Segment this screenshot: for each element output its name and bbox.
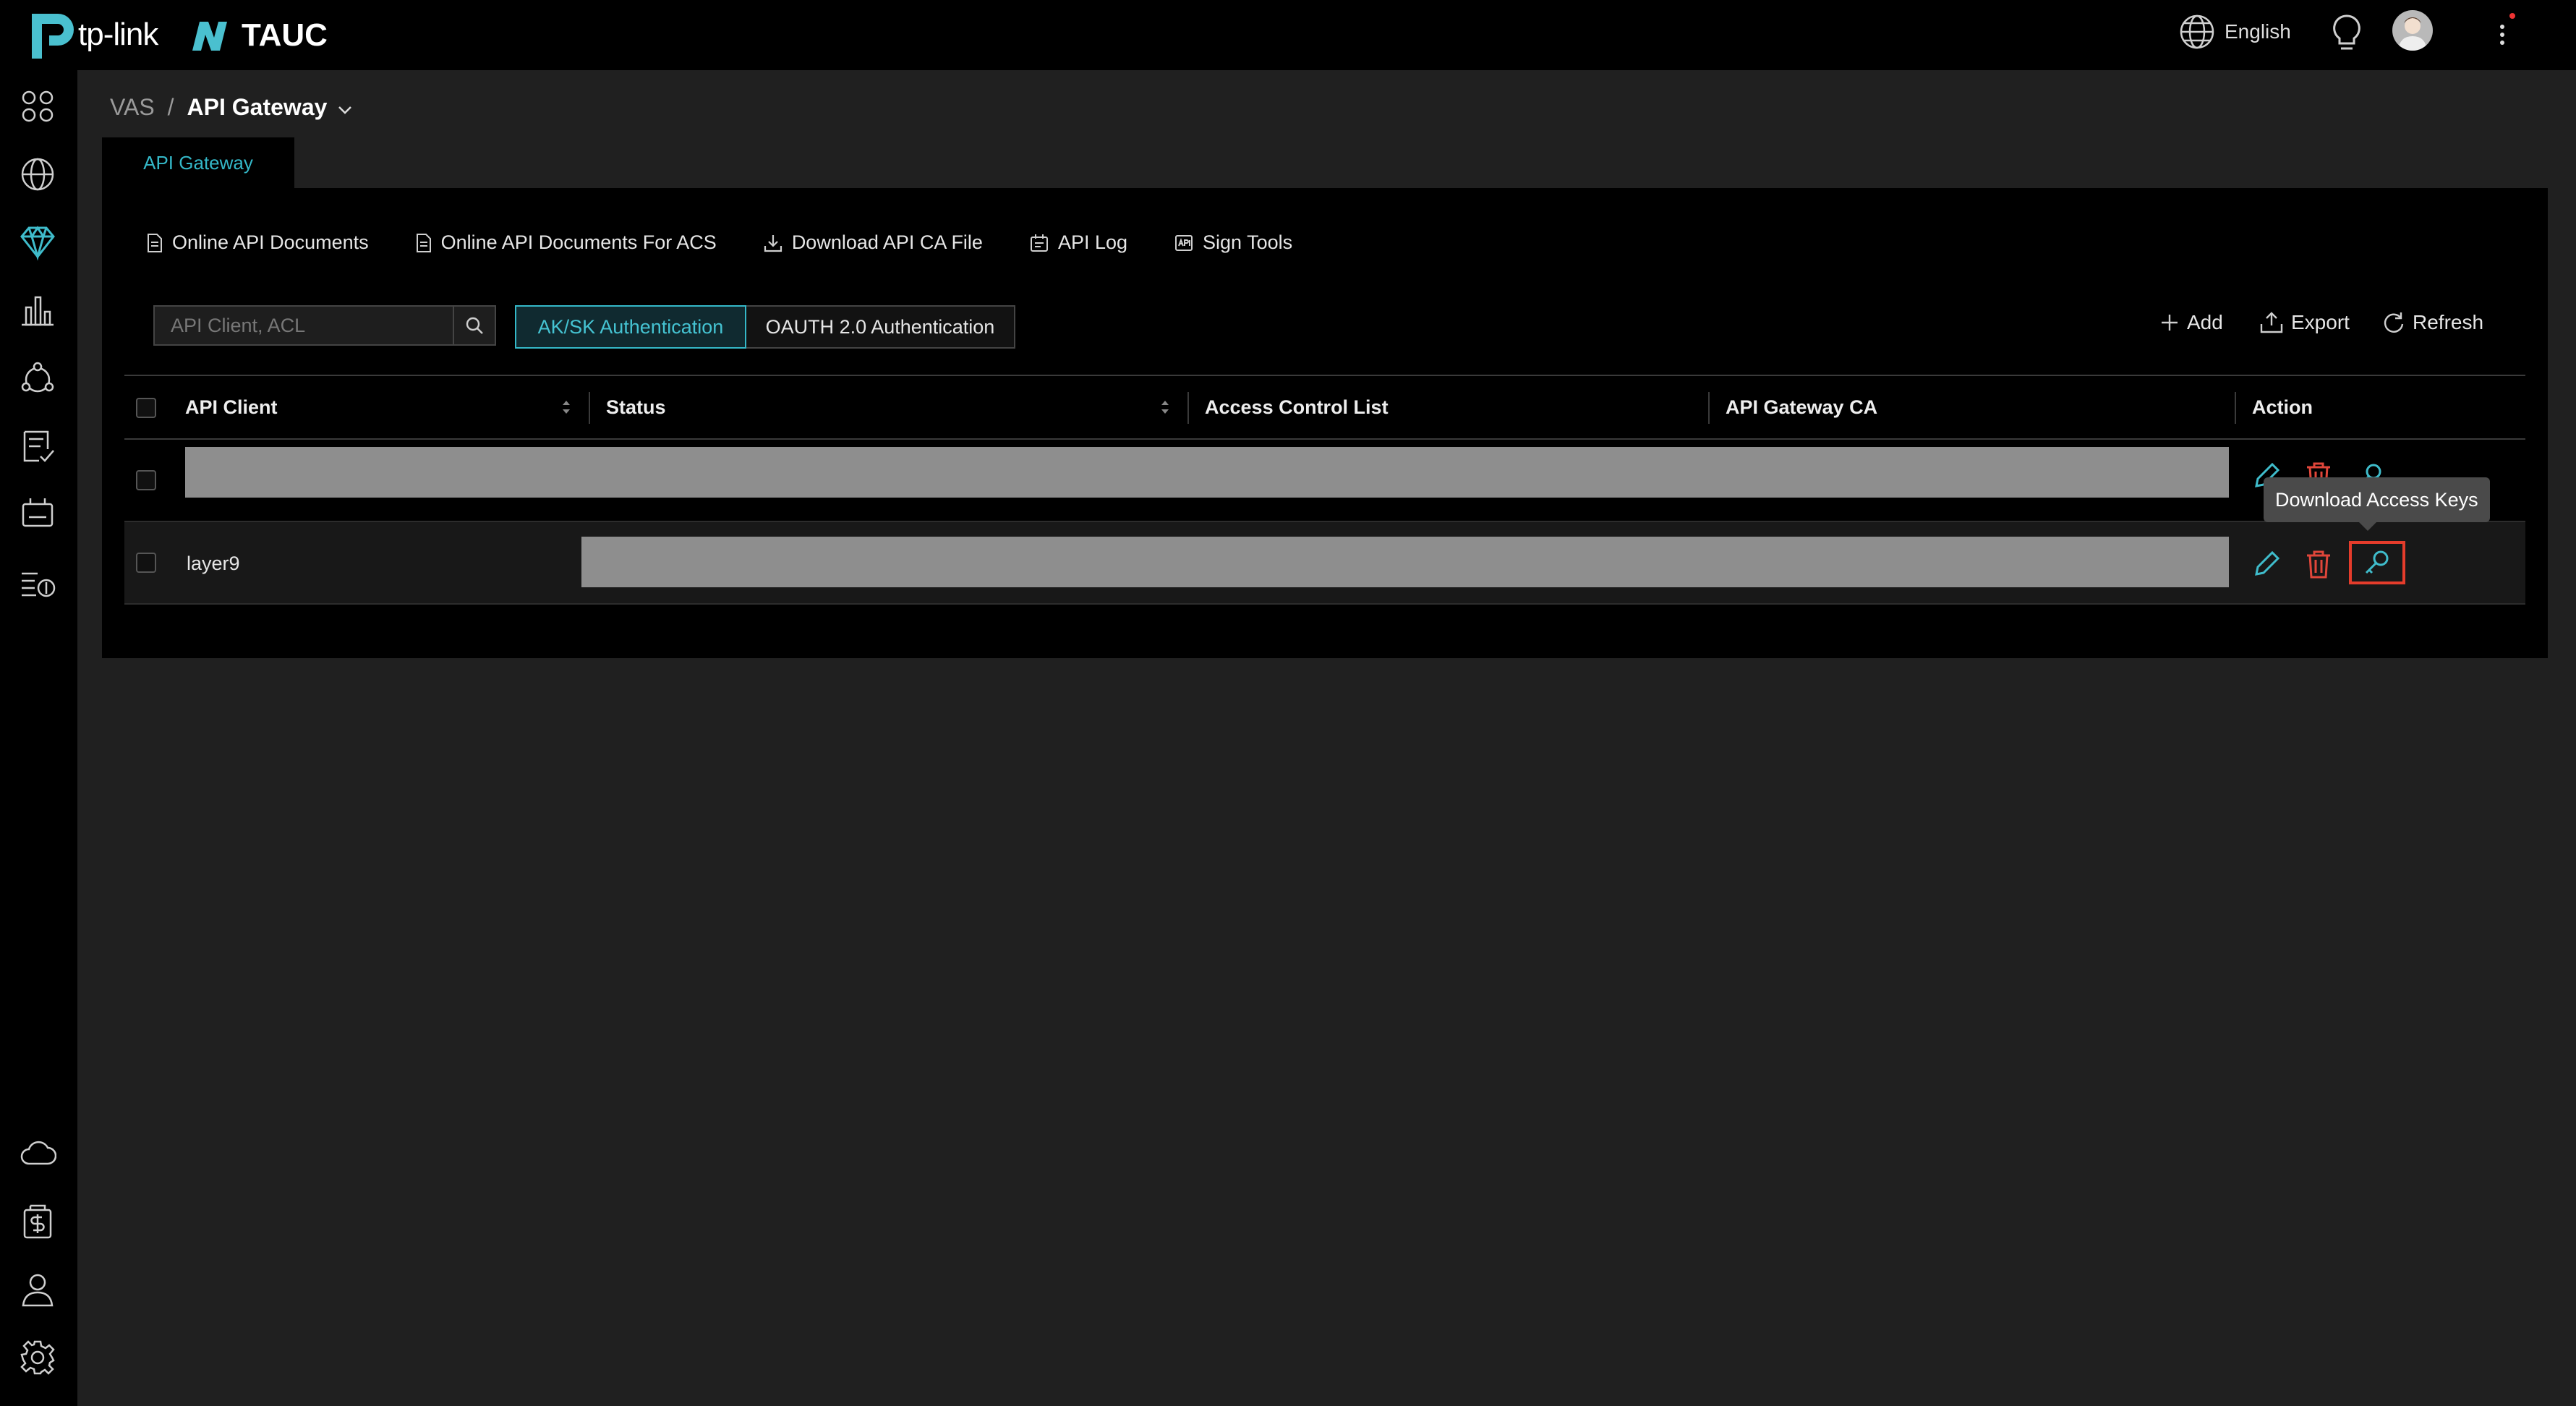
sort-icon[interactable] [1160, 398, 1170, 420]
sidebar-item-analytics[interactable] [19, 291, 56, 329]
search-icon [466, 317, 483, 334]
key-icon [2365, 550, 2389, 574]
link-online-api-documents-acs[interactable]: Online API Documents For ACS [415, 231, 717, 254]
export-button[interactable]: Export [2259, 311, 2350, 334]
notification-dot [2509, 13, 2515, 19]
sort-icon[interactable] [561, 398, 571, 420]
device-icon [22, 498, 54, 527]
delete-icon[interactable] [2301, 547, 2336, 581]
tauc-logo[interactable]: TAUC [189, 10, 328, 61]
document-icon [148, 233, 162, 252]
refresh-icon [2384, 312, 2404, 333]
tab-api-gateway[interactable]: API Gateway [102, 137, 294, 188]
redacted-block [185, 447, 2229, 498]
tauc-wordmark: TAUC [242, 17, 328, 53]
doc-links-bar: Online API Documents Online API Document… [146, 231, 1339, 254]
ak-sk-auth-button[interactable]: AK/SK Authentication [515, 305, 746, 349]
link-label: Online API Documents [172, 231, 369, 253]
search-button[interactable] [453, 307, 495, 344]
sidebar [0, 70, 77, 1406]
link-download-api-ca-file[interactable]: Download API CA File [763, 231, 983, 254]
globe-icon [2180, 14, 2214, 49]
redacted-block [581, 537, 2229, 587]
topology-icon [21, 362, 54, 393]
link-label: API Log [1057, 231, 1128, 253]
link-label: Download API CA File [791, 231, 983, 253]
log-icon [1030, 234, 1048, 252]
search-input[interactable] [155, 307, 453, 344]
edit-icon[interactable] [2249, 547, 2284, 581]
language-label: English [2225, 20, 2291, 43]
top-bar: tp-link TAUC English [0, 0, 2576, 70]
gear-icon [20, 1340, 55, 1375]
grid-icon [22, 90, 54, 122]
api-icon [1175, 234, 1193, 251]
user-icon [22, 1274, 54, 1307]
download-access-keys-button[interactable] [2349, 541, 2405, 584]
link-online-api-documents[interactable]: Online API Documents [146, 231, 369, 254]
sidebar-item-vas[interactable] [19, 223, 56, 261]
column-header-action: Action [2252, 396, 2313, 418]
download-icon [764, 234, 782, 252]
search-box [153, 305, 496, 346]
column-header-api-gateway-ca: API Gateway CA [1726, 396, 1878, 418]
more-menu-button[interactable] [2488, 13, 2517, 56]
sidebar-item-topology[interactable] [19, 359, 56, 397]
table-header: API Client Status Access Control List AP… [124, 375, 2525, 440]
sidebar-item-settings[interactable] [19, 1339, 56, 1376]
column-header-status[interactable]: Status [606, 396, 666, 419]
breadcrumb-separator: / [167, 94, 174, 120]
diamond-icon [20, 226, 55, 261]
chevron-down-icon[interactable] [337, 94, 353, 121]
plus-icon [2162, 315, 2178, 331]
breadcrumb-root[interactable]: VAS [110, 94, 155, 121]
sidebar-item-billing-list[interactable] [19, 563, 56, 601]
dollar-bag-icon [23, 1204, 52, 1239]
sidebar-item-billing[interactable] [19, 1203, 56, 1240]
lightbulb-icon [2333, 14, 2360, 50]
bar-chart-icon [22, 296, 54, 326]
sidebar-item-dashboard[interactable] [19, 88, 56, 125]
list-dollar-icon [22, 572, 56, 597]
link-api-log[interactable]: API Log [1029, 231, 1127, 254]
link-label: Sign Tools [1203, 231, 1293, 253]
globe-icon [21, 158, 54, 191]
tplink-logo-icon [32, 14, 74, 59]
select-all-checkbox[interactable] [136, 398, 156, 418]
tooltip: Download Access Keys [2264, 477, 2490, 531]
sidebar-item-network[interactable] [19, 155, 56, 193]
table-row [124, 440, 2525, 522]
oauth-auth-button[interactable]: OAUTH 2.0 Authentication [746, 305, 1015, 349]
breadcrumb-current[interactable]: API Gateway [187, 94, 328, 121]
tplink-logo[interactable]: tp-link [25, 6, 158, 64]
tips-button[interactable] [2330, 13, 2363, 57]
breadcrumb: VAS / API Gateway [110, 94, 353, 121]
column-header-api-client[interactable]: API Client [185, 396, 278, 419]
tplink-wordmark: tp-link [78, 17, 158, 52]
export-label: Export [2291, 311, 2350, 333]
refresh-label: Refresh [2413, 311, 2484, 333]
tauc-logo-icon [192, 22, 227, 51]
add-label: Add [2187, 311, 2223, 333]
sidebar-item-devices[interactable] [19, 495, 56, 533]
row-checkbox[interactable] [136, 553, 156, 573]
sidebar-item-tasks[interactable] [19, 427, 56, 465]
cloud-icon [20, 1141, 57, 1165]
table-row: layer9 [124, 522, 2525, 605]
api-client-name: layer9 [187, 553, 240, 574]
export-icon [2260, 312, 2283, 333]
link-sign-tools[interactable]: Sign Tools [1174, 231, 1292, 254]
language-selector[interactable]: English [2178, 13, 2291, 51]
refresh-button[interactable]: Refresh [2382, 311, 2483, 334]
link-label: Online API Documents For ACS [440, 231, 717, 253]
avatar-icon [2398, 17, 2427, 51]
sidebar-item-account[interactable] [19, 1271, 56, 1308]
user-avatar[interactable] [2392, 10, 2433, 51]
document-icon [416, 233, 431, 252]
column-header-acl: Access Control List [1205, 396, 1389, 418]
checklist-icon [23, 430, 54, 462]
add-button[interactable]: Add [2159, 311, 2223, 334]
sidebar-item-cloud[interactable] [19, 1135, 57, 1172]
row-checkbox[interactable] [136, 470, 156, 490]
